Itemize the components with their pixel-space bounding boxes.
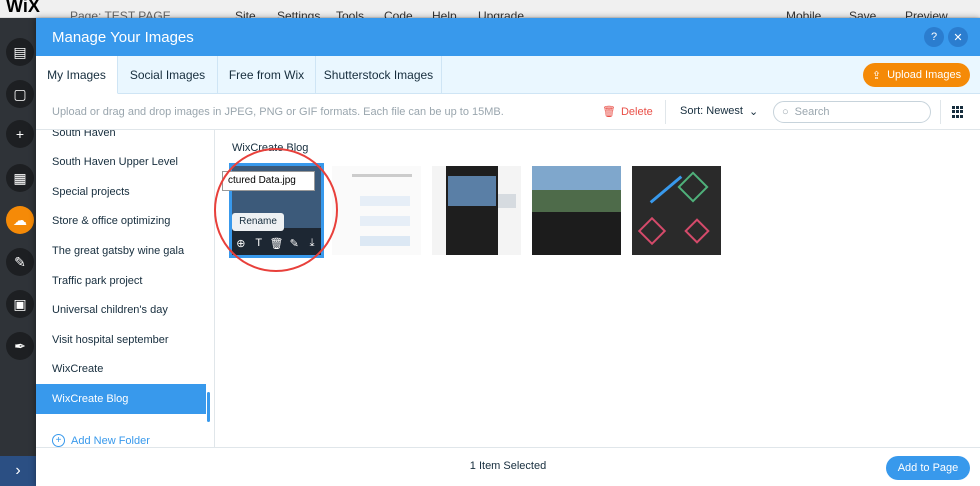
expand-icon[interactable]: › (0, 456, 36, 486)
search-placeholder: Search (794, 106, 830, 118)
folder-item[interactable]: South Haven (36, 130, 206, 148)
folder-item[interactable]: Special projects (36, 177, 206, 207)
apps-icon[interactable]: ▦ (6, 164, 34, 192)
close-icon[interactable]: ✕ (948, 27, 968, 47)
sort-dropdown[interactable]: Sort: Newest ⌄ (680, 105, 758, 118)
scrollbar[interactable] (207, 392, 210, 422)
rename-tooltip: Rename (232, 213, 284, 231)
sort-label: Sort: Newest (680, 105, 743, 117)
upload-hint: Upload or drag and drop images in JPEG, … (52, 106, 504, 118)
divider (940, 100, 941, 124)
wix-logo: WiX (6, 0, 40, 16)
image-thumbnail[interactable] (432, 166, 521, 255)
upload-images-button[interactable]: ⇪ Upload Images (863, 63, 970, 87)
editor-topbar: WiX Page: TEST PAGE Site Settings Tools … (0, 0, 980, 22)
background-icon[interactable]: ▢ (6, 80, 34, 108)
folder-item[interactable]: Visit hospital september (36, 325, 206, 355)
editor-left-rail: ▤ ▢ + ▦ ☁ ✎ ▣ ✒ › (0, 18, 36, 486)
folder-item[interactable]: Traffic park project (36, 266, 206, 296)
image-thumbnail[interactable] (632, 166, 721, 255)
add-to-page-button[interactable]: Add to Page (886, 456, 970, 480)
trash-icon: 🗑 (602, 106, 616, 118)
pages-icon[interactable]: ▤ (6, 38, 34, 66)
delete-button[interactable]: 🗑 Delete (602, 105, 653, 119)
download-icon[interactable]: ⤓ (305, 237, 319, 253)
folder-item[interactable]: South Haven Upper Level (36, 147, 206, 177)
add-new-folder-button[interactable]: + Add New Folder (52, 434, 150, 447)
trash-icon[interactable]: 🗑 (269, 237, 284, 253)
plus-icon: + (52, 434, 65, 447)
manage-images-dialog: Manage Your Images ? ✕ My Images Social … (36, 18, 980, 486)
tab-my-images[interactable]: My Images (36, 56, 118, 94)
add-icon[interactable]: + (6, 120, 34, 148)
dialog-title: Manage Your Images (52, 29, 194, 46)
thumbnail-actions: ⊕ T 🗑 ✎ ⤓ (232, 237, 321, 253)
dialog-header: Manage Your Images ? ✕ (36, 18, 980, 56)
rename-icon[interactable]: T (252, 237, 266, 253)
tab-bar: My Images Social Images Free from Wix Sh… (36, 56, 980, 94)
blog-icon[interactable]: ✎ (6, 248, 34, 276)
media-toolbar: Upload or drag and drop images in JPEG, … (36, 94, 980, 130)
image-grid-area: WixCreate Blog (216, 130, 980, 465)
rename-input[interactable]: ctured Data.jpg (222, 171, 315, 191)
folder-item[interactable]: Universal children's day (36, 295, 206, 325)
tab-shutterstock[interactable]: Shutterstock Images (316, 56, 442, 94)
help-icon[interactable]: ? (924, 27, 944, 47)
upload-icon: ⇪ (871, 69, 882, 82)
bookings-icon[interactable]: ▣ (6, 290, 34, 318)
upload-label: Upload Images (887, 69, 962, 81)
folder-item[interactable]: WixCreate (36, 354, 206, 384)
selection-count: 1 Item Selected (469, 460, 547, 472)
folder-heading: WixCreate Blog (232, 142, 309, 154)
zoom-icon[interactable]: ⊕ (234, 237, 248, 253)
folder-item[interactable]: The great gatsby wine gala (36, 236, 206, 266)
edit-icon[interactable]: ✎ (287, 237, 301, 253)
dialog-footer: 1 Item Selected Add to Page (36, 447, 980, 486)
divider (665, 100, 666, 124)
add-folder-label: Add New Folder (71, 434, 150, 447)
image-thumbnail[interactable] (532, 166, 621, 255)
delete-label: Delete (620, 105, 653, 118)
tab-free-from-wix[interactable]: Free from Wix (218, 56, 316, 94)
search-icon: ○ (782, 106, 789, 118)
image-thumbnail[interactable] (332, 166, 421, 255)
pen-icon[interactable]: ✒ (6, 332, 34, 360)
search-input[interactable]: ○ Search (773, 101, 931, 123)
chevron-down-icon: ⌄ (748, 106, 759, 118)
folder-item[interactable]: Store & office optimizing (36, 206, 206, 236)
folder-item-selected[interactable]: WixCreate Blog (36, 384, 206, 414)
folder-list: South Haven South Haven Upper Level Spec… (36, 130, 215, 465)
tab-social-images[interactable]: Social Images (118, 56, 218, 94)
grid-view-icon[interactable] (952, 106, 964, 118)
upload-icon[interactable]: ☁ (6, 206, 34, 234)
